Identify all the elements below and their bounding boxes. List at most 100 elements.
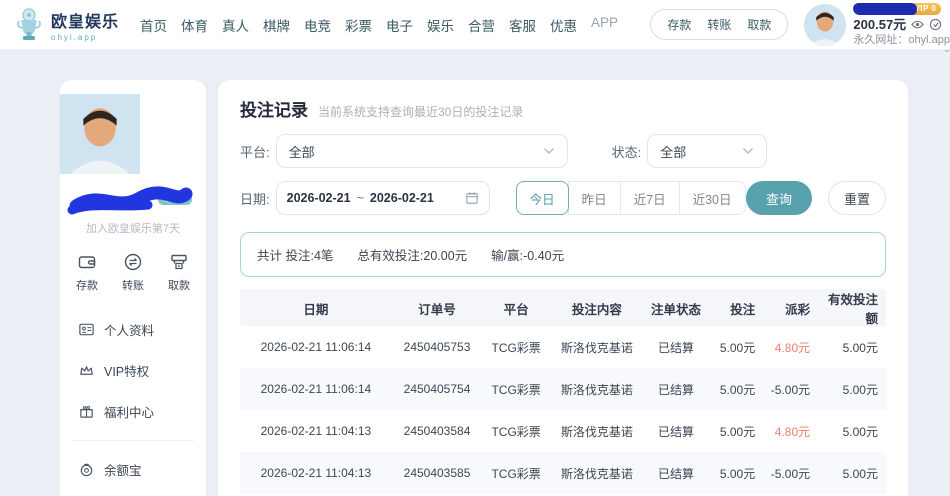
date-label: 日期:	[240, 189, 270, 208]
platform-select[interactable]: 全部	[276, 134, 568, 168]
col-platform: 平台	[482, 299, 550, 318]
refresh-balance-icon[interactable]	[929, 18, 942, 31]
cell-order: 2450405754	[392, 382, 482, 396]
nav-app[interactable]: APP	[590, 11, 619, 39]
range-today-button[interactable]: 今日	[516, 181, 569, 215]
join-days-note: 加入欧皇娱乐第7天	[60, 220, 206, 236]
sidebar-item-rewards[interactable]: 福利中心	[60, 391, 206, 432]
table-header-row: 日期 订单号 平台 投注内容 注单状态 投注 派彩 有效投注额	[240, 289, 886, 326]
transfer-link[interactable]: 转账	[707, 16, 731, 33]
withdraw-link[interactable]: 取款	[747, 16, 771, 33]
cell-date: 2026-02-21 11:06:14	[240, 382, 392, 396]
deposit-link[interactable]: 存款	[667, 16, 691, 33]
sidebar-item-vip[interactable]: VIP特权	[60, 350, 206, 391]
range-30days-button[interactable]: 近30日	[679, 181, 746, 215]
balance-row: 200.57元	[853, 17, 950, 33]
platform-value: 全部	[289, 142, 315, 161]
table-row: 2026-02-21 11:06:14 2450405754 TCG彩票 斯洛伐…	[240, 368, 886, 410]
quick-deposit-label: 存款	[76, 277, 98, 293]
date-quick-ranges: 今日 昨日 近7日 近30日	[516, 181, 746, 215]
col-valid: 有效投注额	[818, 289, 886, 327]
range-yesterday-button[interactable]: 昨日	[568, 181, 621, 215]
nav-promo[interactable]: 优惠	[549, 11, 578, 39]
date-range-input[interactable]: 2026-02-21 ~ 2026-02-21	[276, 181, 490, 215]
cell-status: 已结算	[644, 465, 709, 482]
atm-icon	[169, 252, 189, 272]
cell-payout: -5.00元	[763, 465, 818, 482]
header-user-info: VIP 0 200.57元 永久网址：ohyl.app	[853, 2, 950, 48]
cell-payout: 4.80元	[763, 339, 818, 356]
sidebar-item-profile[interactable]: 个人资料	[60, 309, 206, 350]
status-select[interactable]: 全部	[647, 134, 767, 168]
header-user-area[interactable]: VIP 0 200.57元 永久网址：ohyl.app	[804, 2, 950, 48]
permanent-url: 永久网址：ohyl.app	[853, 34, 950, 48]
nav-partner[interactable]: 合营	[467, 11, 496, 39]
cell-order: 2450403584	[392, 424, 482, 438]
calendar-icon	[465, 191, 479, 205]
cell-date: 2026-02-21 11:04:13	[240, 424, 392, 438]
summary-winloss: 输/赢:-0.40元	[491, 245, 564, 264]
username-redaction-scribble	[853, 3, 918, 15]
query-button[interactable]: 查询	[746, 181, 812, 215]
nav-board-games[interactable]: 棋牌	[262, 11, 291, 39]
cell-content: 斯洛伐克基诺	[550, 465, 644, 482]
profile-sidebar: VIP 0 加入欧皇娱乐第7天 存款 转账	[60, 80, 206, 496]
cell-payout: -5.00元	[763, 381, 818, 398]
quick-withdraw-button[interactable]: 取款	[168, 252, 190, 293]
cell-date: 2026-02-21 11:06:14	[240, 340, 392, 354]
filter-row-2: 日期: 2026-02-21 ~ 2026-02-21 今日 昨日 近7日 近3…	[240, 181, 886, 215]
cell-bet: 5.00元	[708, 465, 763, 482]
nav-sports[interactable]: 体育	[180, 11, 209, 39]
cell-status: 已结算	[644, 381, 709, 398]
content-area: VIP 0 加入欧皇娱乐第7天 存款 转账	[60, 80, 908, 496]
eye-icon[interactable]	[911, 18, 924, 31]
col-status: 注单状态	[644, 299, 709, 318]
nav-lottery[interactable]: 彩票	[344, 11, 373, 39]
quick-actions: 存款 转账 取款	[60, 252, 206, 293]
sidebar-username-redaction-scribble	[64, 182, 194, 216]
range-7days-button[interactable]: 近7日	[620, 181, 680, 215]
table-row: 2026-02-21 11:04:13 2450403585 TCG彩票 斯洛伐…	[240, 452, 886, 494]
cell-content: 斯洛伐克基诺	[550, 423, 644, 440]
balance-amount: 200.57元	[853, 17, 906, 33]
sidebar-item-rewards-label: 福利中心	[104, 402, 154, 421]
user-avatar[interactable]	[804, 4, 846, 46]
cell-valid: 5.00元	[818, 423, 886, 440]
page-subtitle: 当前系统支持查询最近30日的投注记录	[318, 103, 523, 120]
summary-valid-bets: 总有效投注:20.00元	[357, 245, 467, 264]
col-order: 订单号	[392, 299, 482, 318]
username-row: VIP 0	[853, 2, 950, 16]
sidebar-item-assets[interactable]: 我的资产	[60, 490, 206, 496]
col-payout: 派彩	[763, 299, 818, 318]
nav-live[interactable]: 真人	[221, 11, 250, 39]
nav-esports[interactable]: 电竞	[303, 11, 332, 39]
reset-button[interactable]: 重置	[828, 181, 886, 215]
sidebar-divider	[72, 440, 194, 441]
cell-order: 2450405753	[392, 340, 482, 354]
nav-slots[interactable]: 电子	[385, 11, 414, 39]
nav-home[interactable]: 首页	[139, 11, 168, 39]
quick-transfer-label: 转账	[122, 277, 144, 293]
id-card-icon	[78, 321, 95, 338]
title-row: 投注记录 当前系统支持查询最近30日的投注记录	[240, 96, 886, 121]
sidebar-item-yuebao[interactable]: 余额宝	[60, 449, 206, 490]
bet-records-panel: 投注记录 当前系统支持查询最近30日的投注记录 平台: 全部 状态: 全部 日期…	[218, 80, 908, 496]
page-scrollbar	[944, 0, 950, 496]
filter-row-1: 平台: 全部 状态: 全部	[240, 134, 886, 168]
date-start: 2026-02-21	[287, 191, 351, 205]
sidebar-item-vip-label: VIP特权	[104, 361, 149, 380]
col-date: 日期	[240, 299, 392, 318]
cell-valid: 5.00元	[818, 381, 886, 398]
nav-support[interactable]: 客服	[508, 11, 537, 39]
nav-entertainment[interactable]: 娱乐	[426, 11, 455, 39]
wallet-actions-pill: 存款 转账 取款	[650, 9, 788, 40]
chevron-down-icon	[543, 147, 555, 155]
table-row: 2026-02-21 11:06:14 2450405753 TCG彩票 斯洛伐…	[240, 326, 886, 368]
transfer-icon	[123, 252, 143, 272]
sidebar-avatar[interactable]	[60, 94, 206, 174]
logo-title: 欧皇娱乐	[51, 8, 119, 32]
quick-transfer-button[interactable]: 转账	[122, 252, 144, 293]
quick-deposit-button[interactable]: 存款	[76, 252, 98, 293]
site-logo[interactable]: 欧皇娱乐 ohyl.app	[14, 8, 119, 42]
sidebar-username-row: VIP 0	[60, 182, 206, 218]
